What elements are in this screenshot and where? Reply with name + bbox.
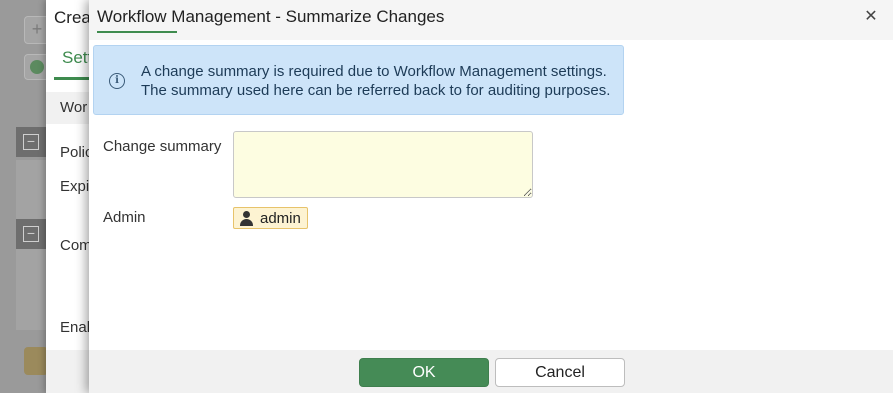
parent-dialog-title: Crea xyxy=(54,8,91,27)
parent-section-label: Wor xyxy=(60,99,88,116)
close-icon[interactable]: ✕ xyxy=(863,9,879,25)
modal-footer: OK Cancel xyxy=(89,350,893,393)
admin-label: Admin xyxy=(103,209,146,226)
parent-tab-settings: Sett xyxy=(62,48,93,67)
parent-field-label: Expi xyxy=(60,178,90,195)
admin-user-chip[interactable]: admin xyxy=(233,207,308,229)
group-collapse-row: − xyxy=(16,127,46,157)
change-summary-label: Change summary xyxy=(103,138,222,155)
parent-field-label: Polic xyxy=(60,144,93,161)
modal-title-underline xyxy=(97,31,177,33)
parent-field-label: Com xyxy=(60,237,92,254)
cancel-button[interactable]: Cancel xyxy=(495,358,625,387)
info-message: A change summary is required due to Work… xyxy=(141,62,610,100)
modal-title: Workflow Management - Summarize Changes xyxy=(97,7,445,26)
user-icon xyxy=(239,211,253,226)
info-message-line: The summary used here can be referred ba… xyxy=(141,82,611,99)
info-icon: i xyxy=(109,73,125,89)
plus-circle-icon xyxy=(30,60,44,74)
change-summary-input[interactable] xyxy=(233,131,533,198)
minus-icon: − xyxy=(23,134,39,150)
app-logo xyxy=(24,347,48,375)
info-message-line: A change summary is required due to Work… xyxy=(141,63,607,80)
group-collapse-row: − xyxy=(16,219,46,249)
modal-header: Workflow Management - Summarize Changes … xyxy=(89,0,893,40)
summarize-changes-modal: Workflow Management - Summarize Changes … xyxy=(89,0,893,393)
info-banner: i A change summary is required due to Wo… xyxy=(93,45,624,115)
admin-user-name: admin xyxy=(260,209,301,227)
ok-button[interactable]: OK xyxy=(359,358,489,387)
minus-icon: − xyxy=(23,226,39,242)
